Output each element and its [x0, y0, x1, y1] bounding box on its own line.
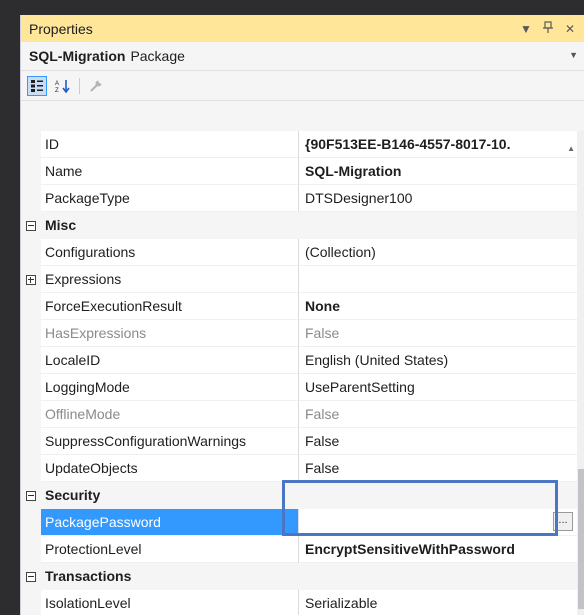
- category-transactions[interactable]: Transactions: [21, 563, 577, 590]
- row-gutter: [21, 212, 41, 239]
- category-label: Security: [45, 487, 101, 503]
- property-row-updateobjects[interactable]: UpdateObjects False: [21, 455, 577, 482]
- property-row-hasexpressions[interactable]: HasExpressions False: [21, 320, 577, 347]
- category-security[interactable]: Security: [21, 482, 577, 509]
- category-label: Misc: [45, 217, 77, 233]
- properties-toolbar: A Z: [21, 71, 584, 101]
- scrollbar-thumb[interactable]: [578, 469, 584, 609]
- property-row-id[interactable]: ID {90F513EE-B146-4557-8017-10. ▲: [21, 131, 577, 158]
- pin-icon[interactable]: [540, 21, 556, 36]
- row-gutter: [21, 509, 41, 536]
- property-value-text: {90F513EE-B146-4557-8017-10.: [305, 136, 511, 152]
- property-value: False: [299, 320, 577, 347]
- row-gutter: [21, 293, 41, 320]
- alphabetical-icon[interactable]: A Z: [53, 76, 73, 96]
- object-type: Package: [130, 48, 185, 64]
- property-value-input[interactable]: ...: [299, 509, 577, 536]
- property-row-isolationlevel[interactable]: IsolationLevel Serializable: [21, 590, 577, 615]
- row-gutter: [21, 428, 41, 455]
- property-name: Configurations: [41, 239, 299, 266]
- property-row-name[interactable]: Name SQL-Migration: [21, 158, 577, 185]
- collapse-icon[interactable]: [26, 220, 36, 231]
- row-gutter: [21, 536, 41, 563]
- property-row-expressions[interactable]: Expressions: [21, 266, 577, 293]
- property-name: IsolationLevel: [41, 590, 299, 615]
- property-value: False: [299, 401, 577, 428]
- property-value: {90F513EE-B146-4557-8017-10. ▲: [299, 131, 577, 158]
- property-value: Serializable: [299, 590, 577, 615]
- row-gutter: [21, 320, 41, 347]
- object-name: SQL-Migration: [29, 48, 126, 64]
- property-name: SuppressConfigurationWarnings: [41, 428, 299, 455]
- expand-icon[interactable]: [26, 274, 36, 285]
- property-value: None: [299, 293, 577, 320]
- property-name: Expressions: [41, 266, 299, 293]
- chevron-down-icon[interactable]: ▼: [569, 50, 578, 60]
- ellipsis-button[interactable]: ...: [553, 512, 573, 531]
- property-value: [299, 266, 577, 293]
- property-name: HasExpressions: [41, 320, 299, 347]
- property-value: False: [299, 455, 577, 482]
- row-gutter: [21, 185, 41, 212]
- close-icon[interactable]: ✕: [562, 22, 578, 36]
- property-name: LoggingMode: [41, 374, 299, 401]
- property-name: PackageType: [41, 185, 299, 212]
- property-name: ForceExecutionResult: [41, 293, 299, 320]
- wrench-icon[interactable]: [86, 76, 106, 96]
- property-value: EncryptSensitiveWithPassword: [299, 536, 577, 563]
- collapse-icon[interactable]: [26, 490, 36, 501]
- property-row-localeid[interactable]: LocaleID English (United States): [21, 347, 577, 374]
- property-row-loggingmode[interactable]: LoggingMode UseParentSetting: [21, 374, 577, 401]
- categorized-icon[interactable]: [27, 75, 47, 96]
- property-name: LocaleID: [41, 347, 299, 374]
- row-gutter: [21, 347, 41, 374]
- property-grid: ID {90F513EE-B146-4557-8017-10. ▲ Name S…: [21, 131, 577, 615]
- property-row-configurations[interactable]: Configurations (Collection): [21, 239, 577, 266]
- property-value: SQL-Migration: [299, 158, 577, 185]
- properties-window: Properties ▼ ✕ SQL-Migration Package ▼ A…: [20, 15, 584, 615]
- dropdown-arrow-icon[interactable]: ▼: [518, 22, 534, 36]
- row-gutter: [21, 455, 41, 482]
- category-misc[interactable]: Misc: [21, 212, 577, 239]
- property-name: ID: [41, 131, 299, 158]
- row-gutter: [21, 563, 41, 590]
- property-row-offlinemode[interactable]: OfflineMode False: [21, 401, 577, 428]
- vertical-scrollbar[interactable]: [577, 131, 584, 615]
- property-value: False: [299, 428, 577, 455]
- property-row-suppressconfigurationwarnings[interactable]: SuppressConfigurationWarnings False: [21, 428, 577, 455]
- row-gutter: [21, 131, 41, 158]
- property-name: OfflineMode: [41, 401, 299, 428]
- property-name: Name: [41, 158, 299, 185]
- row-gutter: [21, 239, 41, 266]
- property-name: UpdateObjects: [41, 455, 299, 482]
- property-value: DTSDesigner100: [299, 185, 577, 212]
- row-gutter: [21, 590, 41, 615]
- svg-text:Z: Z: [55, 88, 59, 93]
- row-gutter: [21, 158, 41, 185]
- property-value: UseParentSetting: [299, 374, 577, 401]
- object-selector[interactable]: SQL-Migration Package ▼: [21, 42, 584, 71]
- row-gutter: [21, 401, 41, 428]
- category-label: Transactions: [45, 568, 132, 584]
- svg-text:A: A: [55, 81, 59, 87]
- property-value: (Collection): [299, 239, 577, 266]
- property-row-forceexecutionresult[interactable]: ForceExecutionResult None: [21, 293, 577, 320]
- property-value: English (United States): [299, 347, 577, 374]
- row-gutter: [21, 374, 41, 401]
- window-title: Properties: [29, 20, 93, 37]
- toolbar-separator: [79, 77, 80, 94]
- property-row-packagepassword[interactable]: PackagePassword ...: [21, 509, 577, 536]
- property-row-packagetype[interactable]: PackageType DTSDesigner100: [21, 185, 577, 212]
- row-gutter: [21, 482, 41, 509]
- title-bar: Properties ▼ ✕: [21, 15, 584, 42]
- scroll-up-arrow-icon[interactable]: ▲: [567, 135, 575, 157]
- property-row-protectionlevel[interactable]: ProtectionLevel EncryptSensitiveWithPass…: [21, 536, 577, 563]
- collapse-icon[interactable]: [26, 571, 36, 582]
- property-name: ProtectionLevel: [41, 536, 299, 563]
- row-gutter: [21, 266, 41, 293]
- property-name: PackagePassword: [41, 509, 299, 536]
